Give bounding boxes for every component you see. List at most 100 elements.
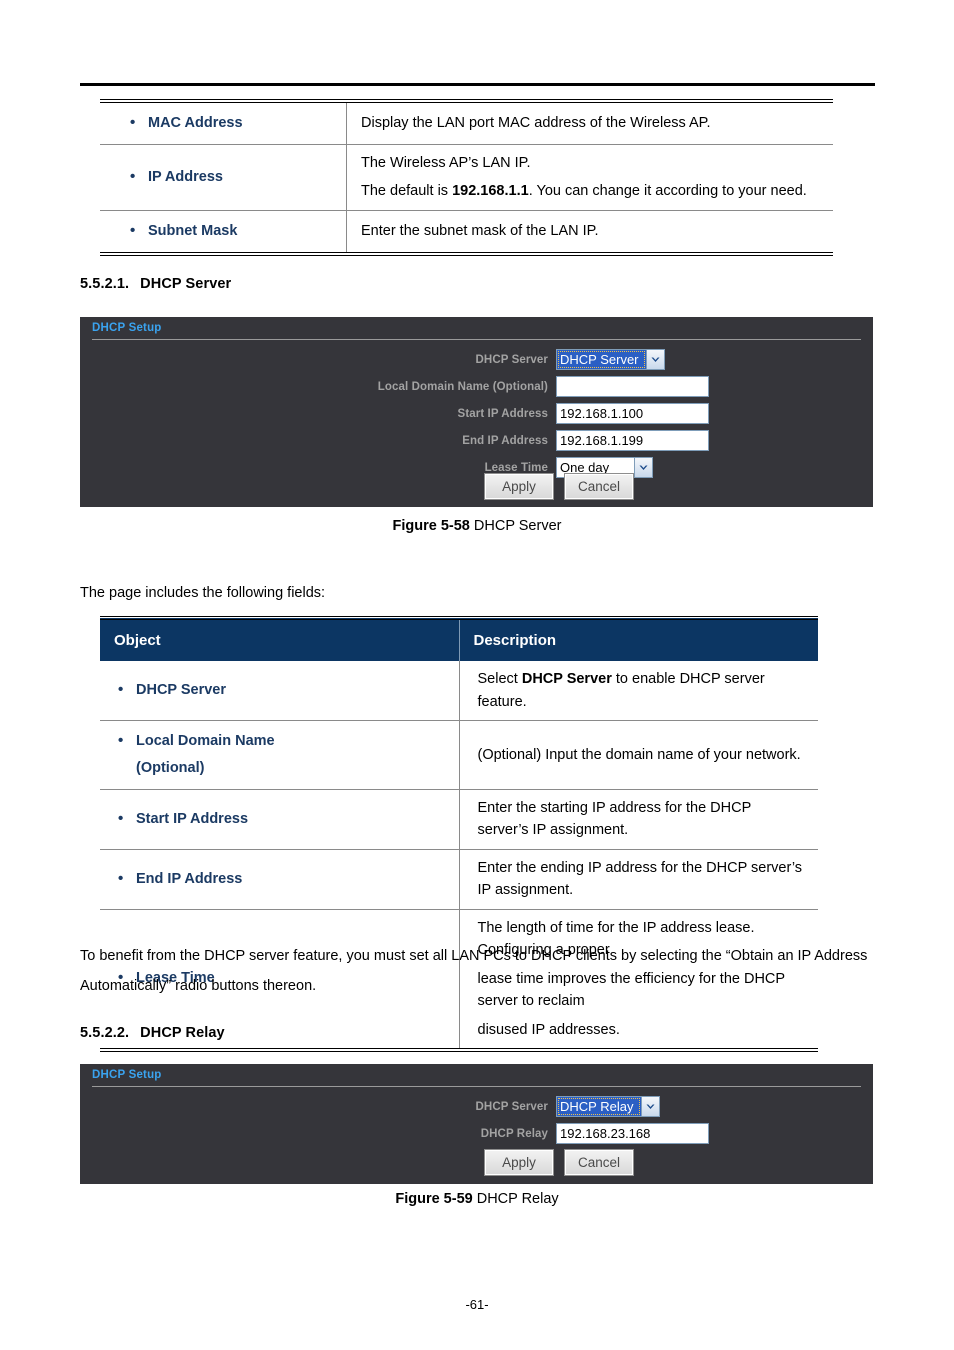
document-page: MAC Address Display the LAN port MAC addr… [0, 0, 954, 1350]
local-domain-label: Local Domain Name (Optional) [377, 380, 548, 393]
panel-title-divider [92, 339, 861, 340]
dhcp-relay-button-row: Apply Cancel [485, 1150, 633, 1175]
description-cell: Enter the ending IP address for the DHCP… [459, 848, 818, 910]
local-domain-input[interactable] [556, 376, 709, 397]
chevron-down-icon [646, 350, 664, 369]
cancel-button[interactable]: Cancel [565, 1150, 633, 1175]
description-cell: Enter the starting IP address for the DH… [459, 788, 818, 850]
figure-caption-5-58: Figure 5-58 DHCP Server [0, 518, 954, 534]
object-label: MAC Address [126, 109, 334, 137]
description-line: Enter the ending IP address for the DHCP… [478, 857, 807, 902]
section-number: 5.5.2.2. [80, 1025, 130, 1041]
end-ip-label: End IP Address [462, 434, 548, 447]
section-number: 5.5.2.1. [80, 276, 130, 292]
dhcp-mode-select[interactable]: DHCP Relay [556, 1096, 660, 1117]
plain-text: The Wireless AP’s LAN IP. [361, 154, 531, 171]
column-header-object: Object [100, 618, 460, 662]
dhcp-mode-select-value: DHCP Server [557, 350, 646, 369]
dhcp-server-setup-panel: DHCP Setup DHCP Server DHCP Server Local… [80, 317, 873, 507]
panel-title: DHCP Setup [92, 1069, 162, 1081]
end-ip-input[interactable] [556, 430, 709, 451]
object-cell: Local Domain Name(Optional) [100, 720, 460, 790]
table-row: MAC Address Display the LAN port MAC addr… [100, 101, 834, 145]
plain-text: Display the LAN port MAC address of the … [361, 115, 711, 132]
lease-time-label: Lease Time [484, 461, 548, 474]
field-row-dhcp-mode: DHCP Server DHCP Relay [80, 1096, 873, 1117]
panel-title-divider [92, 1086, 861, 1087]
dhcp-mode-label: DHCP Server [475, 1100, 548, 1113]
section-title: DHCP Relay [140, 1025, 225, 1041]
object-cell: Subnet Mask [100, 209, 347, 254]
figure-number: Figure 5-58 [392, 518, 470, 534]
chevron-down-icon [634, 458, 652, 477]
description-line: The Wireless AP’s LAN IP. [361, 152, 821, 174]
figure-title: DHCP Relay [472, 1191, 559, 1207]
column-header-description: Description [459, 618, 818, 662]
table-row: DHCP ServerSelect DHCP Server to enable … [100, 661, 818, 721]
object-label: End IP Address [114, 865, 447, 893]
description-line: Select DHCP Server to enable DHCP server… [478, 668, 807, 713]
start-ip-label: Start IP Address [457, 407, 548, 420]
start-ip-input[interactable] [556, 403, 709, 424]
object-label: Start IP Address [114, 805, 447, 833]
description-cell: Enter the subnet mask of the LAN IP. [346, 209, 833, 254]
apply-button[interactable]: Apply [485, 474, 553, 499]
apply-button[interactable]: Apply [485, 1150, 553, 1175]
field-row-start-ip: Start IP Address [80, 403, 873, 424]
cancel-button[interactable]: Cancel [565, 474, 633, 499]
table-row: Start IP Address Enter the starting IP ad… [100, 788, 818, 850]
object-label: IP Address [126, 163, 334, 191]
plain-text: Enter the ending IP address for the DHCP… [477, 859, 803, 899]
object-label: Subnet Mask [126, 217, 334, 245]
dhcp-relay-input[interactable] [556, 1123, 709, 1144]
fields-intro-paragraph: The page includes the following fields: [80, 585, 326, 601]
object-cell: Start IP Address [100, 788, 460, 850]
object-cell: MAC Address [100, 101, 347, 145]
lan-fields-table-body: MAC Address Display the LAN port MAC addr… [100, 101, 833, 254]
field-row-dhcp-relay-ip: DHCP Relay [80, 1123, 873, 1144]
plain-text: Enter the starting IP address for the DH… [477, 799, 752, 839]
section-heading-dhcp-server: 5.5.2.1. DHCP Server [80, 276, 231, 292]
object-label: Local Domain Name(Optional) [114, 727, 447, 782]
table-row: Subnet Mask Enter the subnet mask of the … [100, 209, 833, 254]
description-line: (Optional) Input the domain name of your… [478, 744, 807, 766]
dhcp-mode-select-value: DHCP Relay [557, 1097, 641, 1116]
object-cell: IP Address [100, 143, 347, 211]
object-cell: DHCP Server [100, 661, 460, 721]
page-number: -61- [465, 1297, 489, 1312]
description-line: disused IP addresses. [478, 1019, 807, 1041]
plain-text: . You can change it according to your ne… [528, 183, 807, 200]
emphasis-text: 192.168.1.1 [452, 183, 529, 200]
dhcp-mode-label: DHCP Server [475, 353, 548, 366]
section-heading-dhcp-relay: 5.5.2.2. DHCP Relay [80, 1025, 225, 1041]
description-cell: The Wireless AP’s LAN IP. The default is … [346, 143, 833, 211]
field-row-lease-time: Lease Time One day [80, 457, 873, 478]
panel-title: DHCP Setup [92, 322, 162, 334]
object-cell: End IP Address [100, 848, 460, 910]
description-cell: Display the LAN port MAC address of the … [347, 101, 834, 144]
description-cell: (Optional) Input the domain name of your… [459, 720, 818, 790]
dhcp-mode-select[interactable]: DHCP Server [556, 349, 665, 370]
emphasis-text: DHCP Server [521, 671, 612, 688]
figure-number: Figure 5-59 [395, 1191, 473, 1207]
figure-caption-5-59: Figure 5-59 DHCP Relay [0, 1191, 954, 1207]
description-line: Display the LAN port MAC address of the … [361, 112, 821, 134]
table-row: End IP Address Enter the ending IP addres… [100, 848, 818, 910]
table-row: IP Address The Wireless AP’s LAN IP. The d… [100, 143, 833, 211]
field-row-dhcp-mode: DHCP Server DHCP Server [80, 349, 873, 370]
plain-text: disused IP addresses. [477, 1021, 620, 1038]
table-header-row: Object Description [100, 618, 818, 662]
description-line: Enter the starting IP address for the DH… [478, 797, 807, 842]
benefit-note-paragraph: To benefit from the DHCP server feature,… [80, 948, 868, 994]
plain-text: The default is [361, 183, 453, 200]
plain-text: Enter the subnet mask of the LAN IP. [361, 222, 599, 239]
dhcp-relay-label: DHCP Relay [480, 1127, 548, 1140]
plain-text: (Optional) Input the domain name of your… [477, 746, 801, 763]
section-title: DHCP Server [140, 276, 232, 292]
description-line: Enter the subnet mask of the LAN IP. [361, 220, 821, 242]
page-header-rule [80, 83, 875, 86]
plain-text: Select [477, 671, 522, 688]
figure-title: DHCP Server [469, 518, 562, 534]
field-row-local-domain: Local Domain Name (Optional) [80, 376, 873, 397]
chevron-down-icon [641, 1097, 659, 1116]
